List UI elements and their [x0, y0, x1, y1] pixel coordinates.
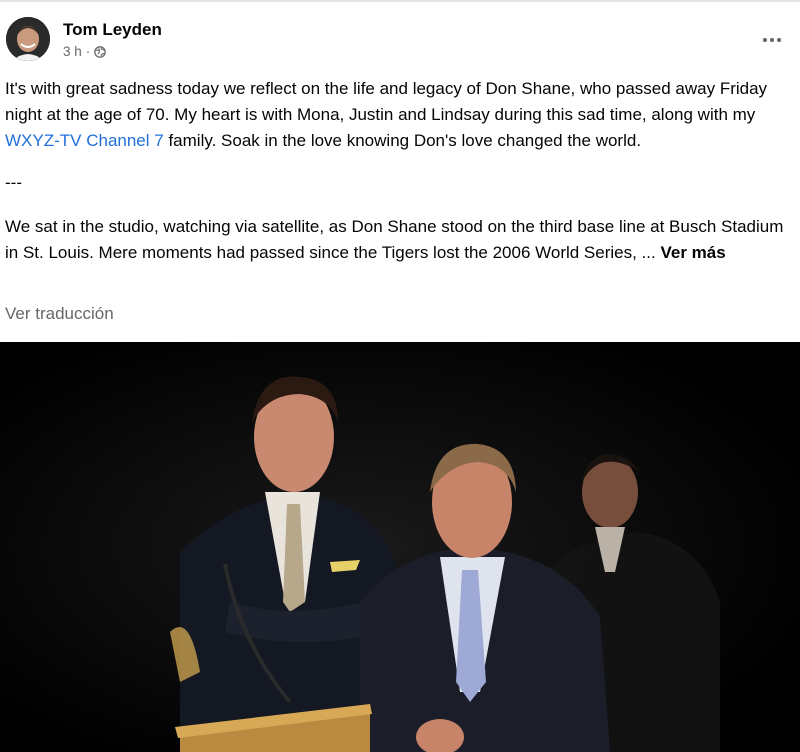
post-time[interactable]: 3 h [63, 44, 82, 59]
avatar-image [6, 17, 50, 61]
divider-text: --- [5, 173, 22, 192]
post-text: It's with great sadness today we reflect… [5, 76, 795, 266]
post-header: Tom Leyden 3 h · [0, 0, 800, 70]
avatar[interactable] [6, 17, 50, 61]
see-translation-link[interactable]: Ver traducción [5, 304, 114, 324]
more-options-icon[interactable] [752, 24, 792, 56]
paragraph-2: We sat in the studio, watching via satel… [5, 214, 795, 266]
paragraph-1: It's with great sadness today we reflect… [5, 76, 795, 154]
post-photo[interactable] [0, 342, 800, 752]
wxyz-link[interactable]: WXYZ-TV Channel 7 [5, 131, 164, 150]
see-more-link[interactable]: Ver más [660, 243, 725, 262]
meta-separator: · [85, 44, 91, 59]
post-meta: 3 h · [63, 44, 107, 59]
paragraph-1-text-end: family. Soak in the love knowing Don's l… [163, 131, 642, 150]
author-name[interactable]: Tom Leyden [63, 20, 162, 40]
paragraph-1-text-start: It's with great sadness today we reflect… [5, 79, 768, 124]
globe-icon[interactable] [94, 45, 107, 58]
photo-image [0, 342, 800, 752]
